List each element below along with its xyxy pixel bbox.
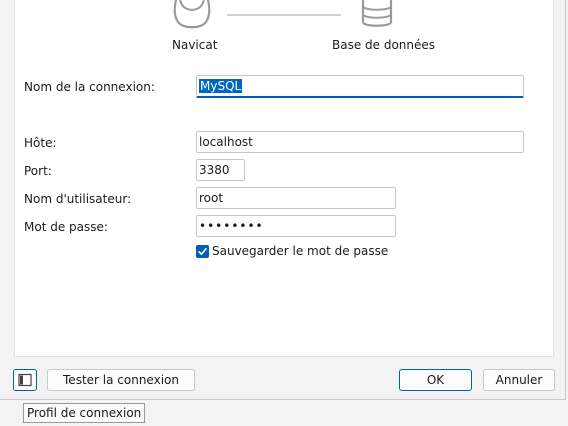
connection-profile-button[interactable]	[13, 369, 37, 391]
password-input[interactable]: ••••••••	[196, 215, 396, 237]
test-connection-button[interactable]: Tester la connexion	[47, 369, 195, 391]
navicat-label: Navicat	[172, 38, 218, 52]
port-label: Port:	[24, 164, 52, 178]
save-password-label[interactable]: Sauvegarder le mot de passe	[212, 244, 388, 258]
connection-form-panel	[14, 0, 554, 357]
cancel-button[interactable]: Annuler	[483, 369, 555, 391]
username-input[interactable]: root	[196, 187, 396, 209]
checkmark-icon	[198, 248, 207, 255]
panel-toggle-icon	[18, 373, 32, 387]
navicat-icon	[173, 0, 211, 29]
connection-name-input[interactable]: MySQL	[196, 75, 524, 98]
database-label: Base de données	[332, 38, 436, 52]
connection-profile-tooltip: Profil de connexion	[23, 403, 146, 423]
password-label: Mot de passe:	[24, 220, 108, 234]
new-connection-dialog: Navicat Base de données Nom de la connex…	[0, 0, 566, 400]
save-password-checkbox[interactable]	[196, 245, 209, 258]
username-label: Nom d'utilisateur:	[24, 192, 132, 206]
port-input[interactable]: 3380	[196, 159, 245, 181]
header-connector-line	[227, 14, 341, 16]
database-icon	[361, 0, 393, 27]
connection-name-label: Nom de la connexion:	[24, 80, 155, 94]
connection-name-value: MySQL	[199, 79, 243, 93]
host-label: Hôte:	[24, 136, 57, 150]
host-input[interactable]: localhost	[196, 131, 524, 153]
ok-button[interactable]: OK	[399, 369, 472, 391]
